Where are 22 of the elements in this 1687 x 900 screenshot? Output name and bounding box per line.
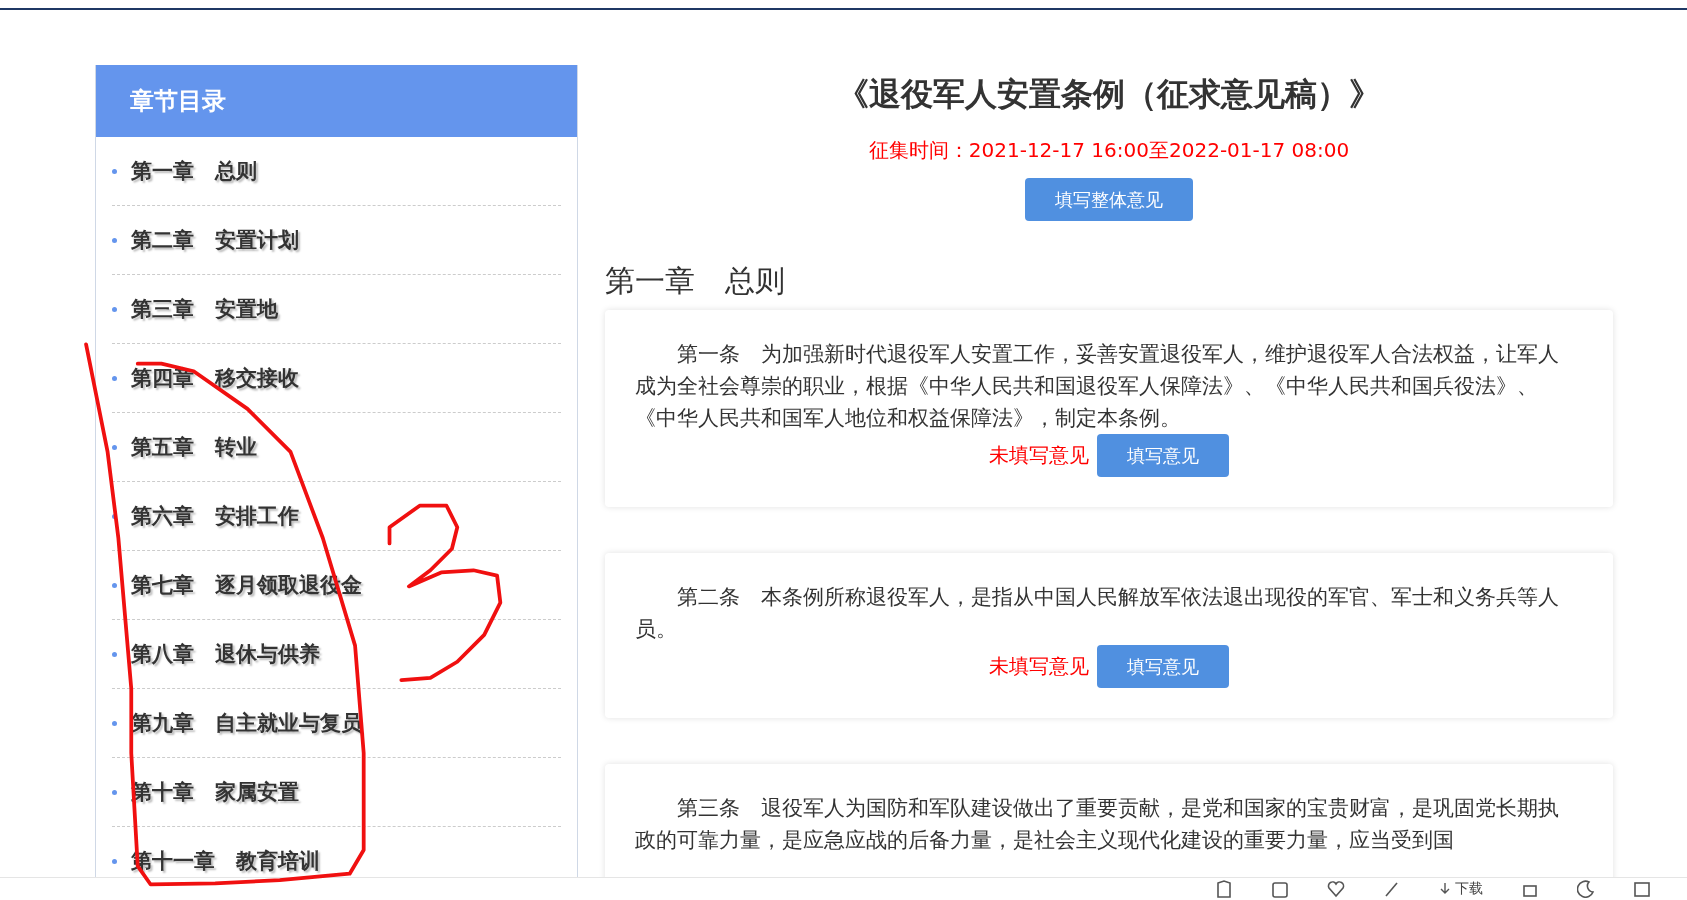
moon-icon[interactable] [1577, 880, 1595, 898]
download-button[interactable]: 下载 [1439, 880, 1483, 898]
chapter-link[interactable]: 第八章 退休与供养 [131, 640, 320, 668]
page-title: 《退役军人安置条例（征求意见稿）》 [837, 74, 1381, 115]
comment-status: 未填写意见 [989, 442, 1089, 469]
heart-icon[interactable] [1327, 880, 1345, 898]
chapter-heading: 第一章 总则 [605, 262, 785, 300]
article-text: 第一条 为加强新时代退役军人安置工作，妥善安置退役军人，维护退役军人合法权益，让军人成为全社会尊崇的职业，根据《中华人民共和国退役军人保障法》、《中华人民共和国兵役法》、《中华人民共和国军人地位和权益保障法》，制定本条例。 [635, 341, 1560, 432]
window-icon[interactable] [1633, 880, 1651, 898]
shield-icon[interactable] [1215, 880, 1233, 898]
article-text: 第二条 本条例所称退役军人，是指从中国人民解放军依法退出现役的军官、军士和义务兵等人员。 [635, 584, 1560, 643]
article-text: 第三条 退役军人为国防和军队建设做出了重要贡献，是党和国家的宝贵财富，是巩固党长期执政的可靠力量，是应急应战的后备力量，是社会主义现代化建设的重要力量，应当受到国 [635, 795, 1560, 854]
chapter-link[interactable]: 第三章 安置地 [131, 295, 278, 323]
download-icon [1439, 882, 1451, 896]
sidebar-title: 章节目录 [96, 65, 577, 137]
collection-period: 征集时间：2021-12-17 16:00至2022-01-17 08:00 [868, 137, 1350, 164]
image-icon[interactable] [1271, 880, 1289, 898]
chapter-link[interactable]: 第六章 安排工作 [131, 502, 299, 530]
chapter-link[interactable]: 第一章 总则 [131, 157, 257, 185]
chapter-link[interactable]: 第二章 安置计划 [131, 226, 299, 254]
comment-status: 未填写意见 [989, 653, 1089, 680]
chapter-link[interactable]: 第五章 转业 [131, 433, 257, 461]
